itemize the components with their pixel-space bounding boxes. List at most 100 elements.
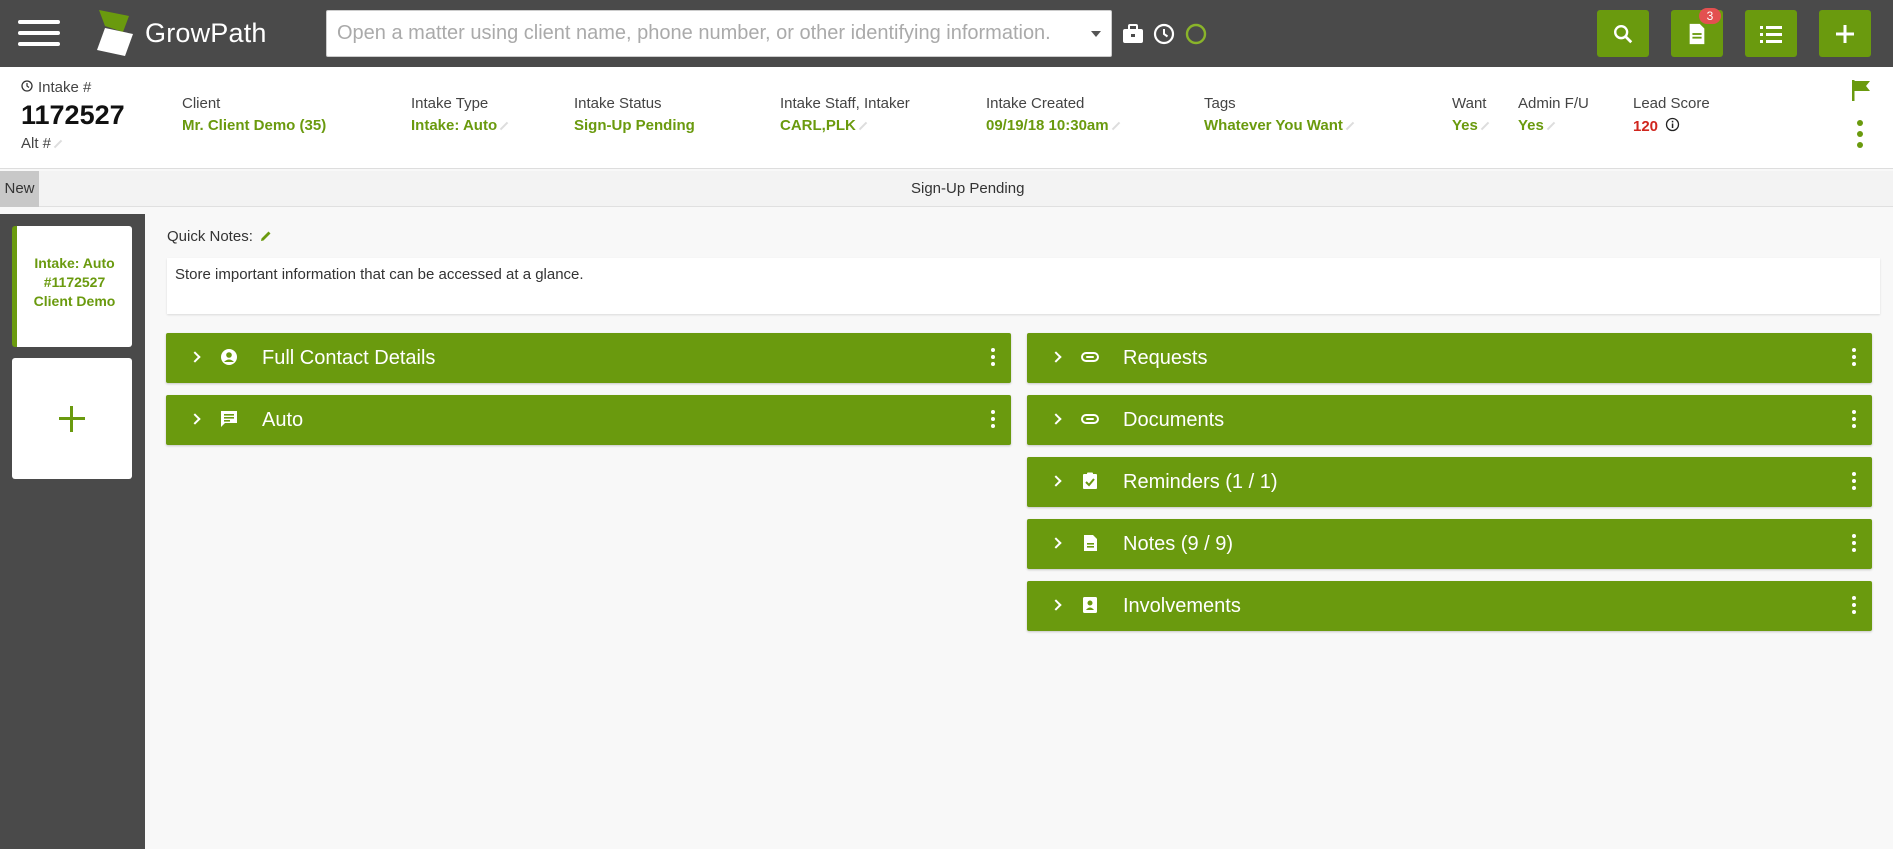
message-icon (221, 411, 237, 427)
intake-number-label: Intake # (38, 79, 92, 96)
quick-notes-text: Store important information that can be … (175, 266, 584, 283)
panel-title: Documents (1123, 409, 1225, 431)
status-bar: New Sign-Up Pending (0, 171, 1893, 207)
kebab-menu-icon[interactable] (1852, 348, 1856, 366)
client-label: Client (182, 95, 221, 112)
want-value[interactable]: Yes (1452, 117, 1490, 134)
notification-badge: 3 (1699, 8, 1721, 24)
matter-search-input[interactable] (327, 11, 1077, 56)
want-label: Want (1452, 95, 1487, 112)
intake-staff-value[interactable]: CARL,PLK (780, 117, 868, 134)
lead-score-label: Lead Score (1633, 95, 1710, 112)
intake-status-value[interactable]: Sign-Up Pending (574, 117, 695, 134)
intake-header: Intake # Alt # Client Mr. Client Demo (3… (0, 67, 1893, 169)
edit-pencil-icon[interactable] (1345, 121, 1355, 131)
kebab-menu-icon[interactable] (1852, 596, 1856, 614)
panel-title: Reminders (1 / 1) (1123, 471, 1278, 493)
tags-label: Tags (1204, 95, 1236, 112)
edit-pencil-icon[interactable] (1546, 121, 1556, 131)
app-logo[interactable]: GrowPath (95, 10, 267, 56)
intake-staff-label: Intake Staff, Intaker (780, 95, 910, 112)
briefcase-icon[interactable] (1121, 22, 1145, 46)
edit-pencil-icon[interactable] (53, 139, 63, 149)
plus-icon (1836, 24, 1854, 43)
user-circle-icon (221, 349, 237, 365)
chevron-down-icon[interactable] (1091, 31, 1101, 37)
note-icon (1084, 535, 1097, 551)
checklist-icon (1083, 472, 1097, 489)
panel-title: Requests (1123, 347, 1208, 369)
add-button[interactable] (1819, 10, 1871, 57)
stage-new[interactable]: New (0, 171, 39, 207)
kebab-menu-icon[interactable] (991, 348, 995, 366)
panel-title: Auto (262, 409, 304, 431)
documents-button[interactable]: 3 (1671, 8, 1723, 57)
intake-card[interactable]: Intake: Auto #1172527 Client Demo (12, 226, 132, 347)
document-icon (1689, 23, 1705, 44)
panel-notes[interactable]: Notes (9 / 9) (1027, 519, 1872, 569)
lead-score-value: 120 (1633, 118, 1659, 135)
chevron-right-icon[interactable] (1050, 475, 1062, 487)
tags-value[interactable]: Whatever You Want (1204, 117, 1355, 134)
intake-number: 1172527 (21, 100, 125, 130)
edit-pencil-icon[interactable] (858, 121, 868, 131)
admin-fu-label: Admin F/U (1518, 95, 1589, 112)
quick-notes-box[interactable]: Store important information that can be … (167, 258, 1880, 314)
client-value[interactable]: Mr. Client Demo (35) (182, 117, 326, 134)
left-sidebar: Intake: Auto #1172527 Client Demo (0, 214, 145, 849)
intake-type-label: Intake Type (411, 95, 489, 112)
kebab-menu-icon[interactable] (991, 410, 995, 428)
chevron-right-icon[interactable] (189, 351, 201, 363)
admin-fu-value[interactable]: Yes (1518, 117, 1556, 134)
panel-auto[interactable]: Auto (166, 395, 1011, 445)
intake-type-value[interactable]: Intake: Auto (411, 117, 509, 134)
panel-full-contact-details[interactable]: Full Contact Details (166, 333, 1011, 383)
info-icon[interactable] (1665, 117, 1680, 132)
panel-involvements[interactable]: Involvements (1027, 581, 1872, 631)
more-options-icon[interactable] (1857, 120, 1863, 150)
status-text: Sign-Up Pending (911, 180, 1025, 197)
growpath-logo-icon (97, 10, 133, 56)
list-icon (1760, 25, 1782, 43)
chevron-right-icon[interactable] (189, 413, 201, 425)
panel-title: Notes (9 / 9) (1123, 533, 1234, 555)
clock-icon[interactable] (1152, 22, 1176, 46)
panel-title: Full Contact Details (262, 347, 436, 369)
kebab-menu-icon[interactable] (1852, 534, 1856, 552)
top-bar: GrowPath 3 (0, 0, 1893, 67)
add-intake-button[interactable] (12, 358, 132, 479)
intake-card-client: Client Demo (33, 293, 116, 309)
panel-title: Involvements (1123, 595, 1241, 617)
kebab-menu-icon[interactable] (1852, 410, 1856, 428)
intake-card-number: #1172527 (43, 274, 106, 290)
paperclip-icon (1081, 414, 1099, 424)
chevron-right-icon[interactable] (1050, 537, 1062, 549)
clock-icon (21, 80, 33, 92)
intake-card-type: Intake: Auto (34, 255, 115, 271)
status-ring-icon[interactable] (1184, 22, 1208, 46)
panel-requests[interactable]: Requests (1027, 333, 1872, 383)
chevron-right-icon[interactable] (1050, 351, 1062, 363)
app-name: GrowPath (145, 17, 267, 48)
intake-created-label: Intake Created (986, 95, 1085, 112)
search-button[interactable] (1597, 10, 1649, 57)
kebab-menu-icon[interactable] (1852, 472, 1856, 490)
menu-icon[interactable] (18, 17, 60, 49)
chevron-right-icon[interactable] (1050, 599, 1062, 611)
edit-pencil-icon[interactable] (1111, 121, 1120, 131)
paperclip-icon (1081, 352, 1099, 362)
intake-created-value[interactable]: 09/19/18 10:30am (986, 117, 1121, 134)
panel-reminders[interactable]: Reminders (1 / 1) (1027, 457, 1872, 507)
chevron-right-icon[interactable] (1050, 413, 1062, 425)
alt-number-label[interactable]: Alt # (21, 135, 63, 152)
panel-documents[interactable]: Documents (1027, 395, 1872, 445)
contact-card-icon (1083, 597, 1097, 613)
matter-search[interactable] (326, 10, 1112, 57)
edit-pencil-icon[interactable] (1480, 121, 1490, 131)
intake-status-label: Intake Status (574, 95, 662, 112)
search-icon (1614, 24, 1633, 43)
list-button[interactable] (1745, 10, 1797, 57)
flag-icon[interactable] (1851, 79, 1871, 101)
edit-pencil-icon[interactable] (499, 121, 509, 131)
edit-pencil-icon[interactable] (260, 230, 272, 242)
